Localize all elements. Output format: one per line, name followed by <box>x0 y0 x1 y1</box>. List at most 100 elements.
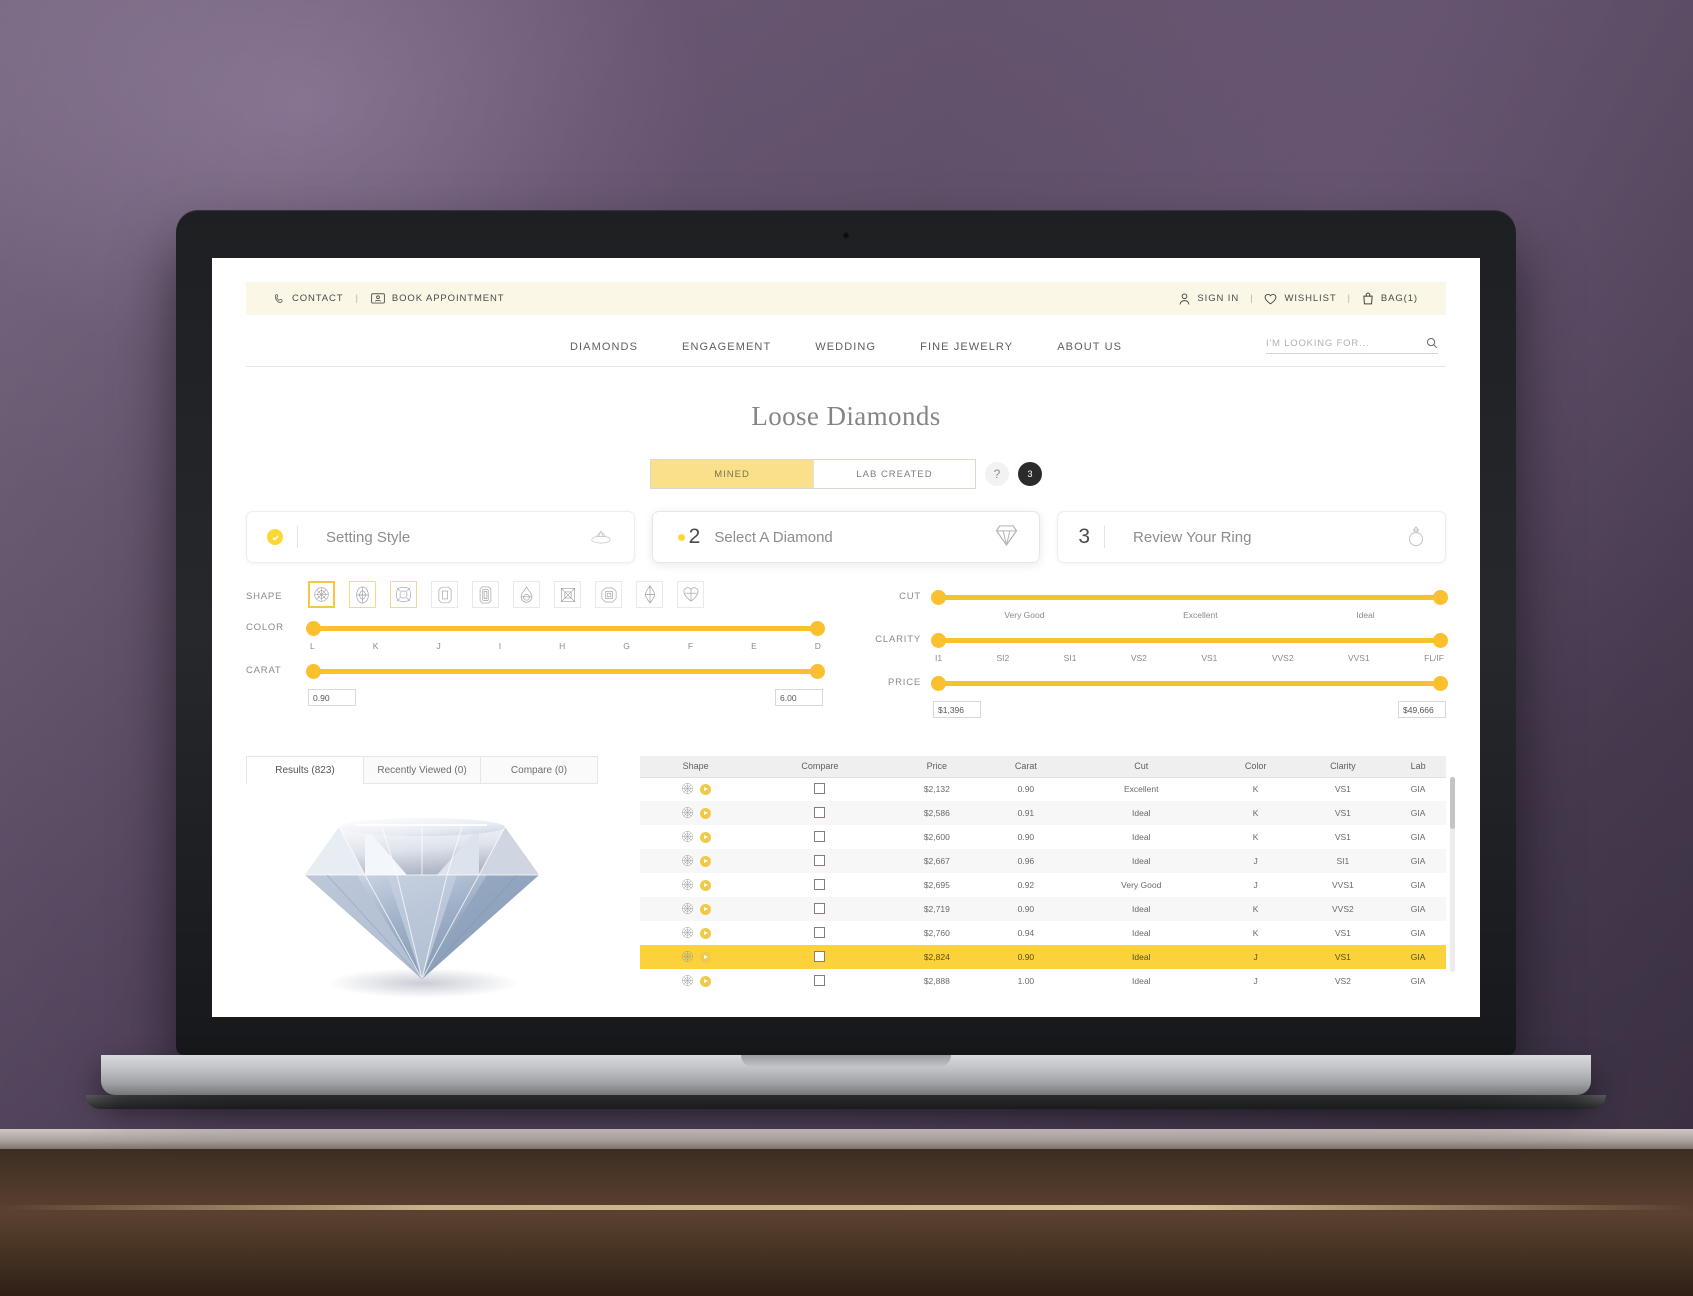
cell-compare[interactable] <box>751 849 888 873</box>
carat-max-input[interactable] <box>775 689 823 706</box>
shape-option-round[interactable] <box>308 581 335 608</box>
color-slider-max-handle[interactable] <box>810 621 825 636</box>
cell-shape[interactable] <box>640 777 751 801</box>
shape-option-pear[interactable] <box>513 581 540 608</box>
compare-checkbox[interactable] <box>814 902 826 914</box>
compare-checkbox[interactable] <box>814 782 826 794</box>
shape-option-marquise[interactable] <box>636 581 663 608</box>
cut-slider[interactable] <box>931 587 1448 609</box>
table-row[interactable]: $2,888 1.00 Ideal J VS2 GIA <box>640 969 1446 993</box>
cell-compare[interactable] <box>751 945 888 969</box>
nav-item-diamonds[interactable]: DIAMONDS <box>570 341 638 353</box>
help-icon[interactable]: ? <box>985 462 1009 486</box>
color-slider-min-handle[interactable] <box>306 621 321 636</box>
tab-recently-viewed[interactable]: Recently Viewed (0) <box>363 756 480 784</box>
tab-lab-created[interactable]: LAB CREATED <box>813 460 975 488</box>
sign-in-link[interactable]: SIGN IN <box>1179 292 1239 305</box>
shape-option-oval[interactable] <box>349 581 376 608</box>
compare-checkbox[interactable] <box>814 926 826 938</box>
shape-option-heart[interactable] <box>677 581 704 608</box>
price-max-input[interactable] <box>1398 701 1446 718</box>
tab-mined[interactable]: MINED <box>651 460 813 488</box>
table-row[interactable]: $2,586 0.91 Ideal K VS1 GIA <box>640 801 1446 825</box>
table-row[interactable]: $2,824 0.90 Ideal J VS1 GIA <box>640 945 1446 969</box>
tab-compare[interactable]: Compare (0) <box>480 756 598 784</box>
shape-option-princess[interactable] <box>554 581 581 608</box>
cell-compare[interactable] <box>751 825 888 849</box>
shape-option-cushion[interactable] <box>390 581 417 608</box>
bag-link[interactable]: BAG(1) <box>1362 292 1418 305</box>
table-row[interactable]: $2,667 0.96 Ideal J SI1 GIA <box>640 849 1446 873</box>
tab-results[interactable]: Results (823) <box>246 756 363 784</box>
table-row[interactable]: $2,719 0.90 Ideal K VVS2 GIA <box>640 897 1446 921</box>
play-video-icon[interactable] <box>699 855 711 867</box>
cell-compare[interactable] <box>751 969 888 993</box>
cell-compare[interactable] <box>751 921 888 945</box>
play-video-icon[interactable] <box>699 879 711 891</box>
play-video-icon[interactable] <box>699 927 711 939</box>
price-slider[interactable] <box>931 673 1448 695</box>
nav-item-wedding[interactable]: WEDDING <box>815 341 876 353</box>
table-scrollbar-thumb[interactable] <box>1450 777 1455 829</box>
cell-shape[interactable] <box>640 825 751 849</box>
cell-compare[interactable] <box>751 801 888 825</box>
shape-option-radiant[interactable] <box>431 581 458 608</box>
play-video-icon[interactable] <box>699 831 711 843</box>
play-video-icon[interactable] <box>699 903 711 915</box>
book-appointment-link[interactable]: BOOK APPOINTMENT <box>371 292 505 305</box>
cell-shape[interactable] <box>640 921 751 945</box>
play-video-icon[interactable] <box>699 975 711 987</box>
price-slider-max-handle[interactable] <box>1433 676 1448 691</box>
play-video-icon[interactable] <box>699 783 711 795</box>
table-row[interactable]: $2,132 0.90 Excellent K VS1 GIA <box>640 777 1446 801</box>
price-slider-min-handle[interactable] <box>931 676 946 691</box>
carat-slider-min-handle[interactable] <box>306 664 321 679</box>
nav-item-fine-jewelry[interactable]: FINE JEWELRY <box>920 341 1013 353</box>
cell-shape[interactable] <box>640 969 751 993</box>
cut-slider-max-handle[interactable] <box>1433 590 1448 605</box>
contact-link[interactable]: CONTACT <box>274 293 344 304</box>
step-count-badge[interactable]: 3 <box>1018 462 1042 486</box>
cell-compare[interactable] <box>751 897 888 921</box>
compare-checkbox[interactable] <box>814 854 826 866</box>
column-header-price[interactable]: Price <box>888 756 986 778</box>
wishlist-link[interactable]: WISHLIST <box>1264 293 1336 305</box>
play-video-icon[interactable] <box>699 807 711 819</box>
cell-shape[interactable] <box>640 849 751 873</box>
search-input[interactable] <box>1266 337 1426 349</box>
clarity-slider-max-handle[interactable] <box>1433 633 1448 648</box>
cell-shape[interactable] <box>640 801 751 825</box>
column-header-clarity[interactable]: Clarity <box>1295 756 1391 778</box>
step-review-your-ring[interactable]: 3 Review Your Ring <box>1057 511 1447 563</box>
column-header-compare[interactable]: Compare <box>751 756 889 778</box>
shape-option-asscher[interactable] <box>595 581 622 608</box>
cell-compare[interactable] <box>751 777 888 801</box>
price-min-input[interactable] <box>933 701 981 718</box>
cell-shape[interactable] <box>640 945 751 969</box>
cell-compare[interactable] <box>751 873 888 897</box>
carat-min-input[interactable] <box>308 689 356 706</box>
compare-checkbox[interactable] <box>814 830 826 842</box>
compare-checkbox[interactable] <box>814 950 826 962</box>
table-row[interactable]: $2,760 0.94 Ideal K VS1 GIA <box>640 921 1446 945</box>
column-header-color[interactable]: Color <box>1215 756 1296 778</box>
cell-shape[interactable] <box>640 873 751 897</box>
clarity-slider-min-handle[interactable] <box>931 633 946 648</box>
compare-checkbox[interactable] <box>814 806 826 818</box>
nav-item-about-us[interactable]: ABOUT US <box>1057 341 1122 353</box>
nav-item-engagement[interactable]: ENGAGEMENT <box>682 341 771 353</box>
table-row[interactable]: $2,600 0.90 Ideal K VS1 GIA <box>640 825 1446 849</box>
column-header-cut[interactable]: Cut <box>1066 756 1216 778</box>
cell-shape[interactable] <box>640 897 751 921</box>
column-header-carat[interactable]: Carat <box>985 756 1067 778</box>
column-header-lab[interactable]: Lab <box>1390 756 1446 778</box>
column-header-shape[interactable]: Shape <box>640 756 752 778</box>
table-row[interactable]: $2,695 0.92 Very Good J VVS1 GIA <box>640 873 1446 897</box>
step-select-a-diamond[interactable]: 2 Select A Diamond <box>651 511 1041 563</box>
compare-checkbox[interactable] <box>814 878 826 890</box>
clarity-slider[interactable] <box>931 630 1448 652</box>
carat-slider-max-handle[interactable] <box>810 664 825 679</box>
shape-option-emerald[interactable] <box>472 581 499 608</box>
color-slider[interactable] <box>306 618 825 640</box>
search-box[interactable] <box>1266 337 1438 354</box>
